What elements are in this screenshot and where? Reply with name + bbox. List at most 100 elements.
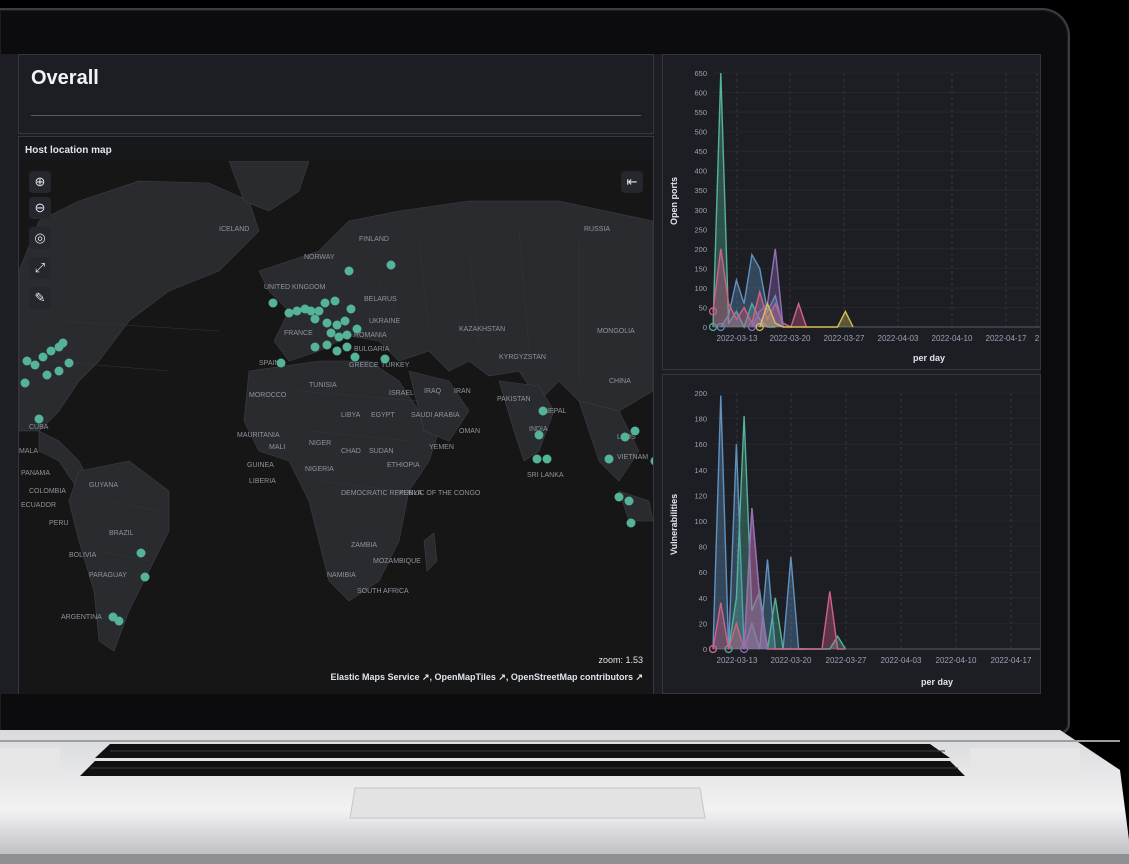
- y-tick-label: 200: [694, 245, 707, 254]
- host-location-point[interactable]: [322, 318, 332, 328]
- y-tick-label: 550: [694, 108, 707, 117]
- host-location-point[interactable]: [326, 328, 336, 338]
- open-ports-x-label: per day: [913, 353, 946, 363]
- host-location-point[interactable]: [114, 616, 124, 626]
- country-label: ISRAEL: [389, 390, 414, 397]
- host-location-point[interactable]: [284, 308, 294, 318]
- country-label: MAURITANIA: [237, 432, 280, 439]
- host-location-point[interactable]: [650, 456, 654, 466]
- host-location-point[interactable]: [322, 340, 332, 350]
- host-location-point[interactable]: [346, 304, 356, 314]
- x-tick-label: 2022-03-20: [771, 656, 812, 665]
- country-label: TUNISIA: [309, 382, 337, 389]
- x-tick-label: 2022-04-03: [881, 656, 922, 665]
- host-location-point[interactable]: [532, 454, 542, 464]
- country-label: SPAIN: [259, 360, 280, 367]
- host-location-point[interactable]: [268, 298, 278, 308]
- host-location-point[interactable]: [22, 356, 32, 366]
- host-location-point[interactable]: [332, 320, 342, 330]
- host-location-point[interactable]: [136, 548, 146, 558]
- country-label: ZAMBIA: [351, 542, 377, 549]
- vulnerabilities-chart: 2022-03-13 2022-03-20 2022-03-27 2022-04-03…: [694, 389, 1040, 665]
- country-label: SRI LANKA: [527, 472, 564, 479]
- y-tick-label: 80: [699, 543, 707, 552]
- host-location-point[interactable]: [292, 306, 302, 316]
- country-label: LIBYA: [341, 412, 361, 419]
- country-label: MOZAMBIQUE: [373, 558, 421, 565]
- country-label: SAUDI ARABIA: [411, 412, 460, 419]
- country-label: IRAQ: [424, 388, 442, 395]
- expand-icon[interactable]: ⤢: [29, 257, 51, 279]
- country-label: LIBERIA: [249, 478, 276, 485]
- host-location-point[interactable]: [626, 518, 636, 528]
- country-label: KYRGYZSTAN: [499, 354, 546, 361]
- host-location-point[interactable]: [310, 342, 320, 352]
- host-location-point[interactable]: [332, 346, 342, 356]
- country-label: PANAMA: [21, 470, 50, 477]
- host-location-point[interactable]: [334, 332, 344, 342]
- host-location-point[interactable]: [340, 316, 350, 326]
- open-ports-chart: 2022-03-13 2022-03-20 2022-03-27 2022-04-03…: [694, 69, 1040, 343]
- host-location-point[interactable]: [314, 306, 324, 316]
- country-label: NORWAY: [304, 254, 335, 261]
- host-location-point[interactable]: [54, 366, 64, 376]
- host-location-point[interactable]: [386, 260, 396, 270]
- country-label: FINLAND: [359, 236, 389, 243]
- country-label: NIGER: [309, 440, 331, 447]
- country-label: ICELAND: [219, 226, 249, 233]
- country-label: EGYPT: [371, 412, 395, 419]
- host-location-point[interactable]: [604, 454, 614, 464]
- host-location-point[interactable]: [614, 492, 624, 502]
- host-location-point[interactable]: [64, 358, 74, 368]
- country-label: KAZAKHSTAN: [459, 326, 505, 333]
- host-location-point[interactable]: [276, 358, 286, 368]
- host-location-point[interactable]: [352, 324, 362, 334]
- x-tick-label: 2022-04-17: [986, 334, 1027, 343]
- host-location-point[interactable]: [140, 572, 150, 582]
- host-location-point[interactable]: [534, 430, 544, 440]
- host-location-point[interactable]: [30, 360, 40, 370]
- host-location-point[interactable]: [342, 342, 352, 352]
- country-label: CUBA: [29, 424, 49, 431]
- host-location-point[interactable]: [380, 354, 390, 364]
- country-label: FRANCE: [284, 330, 313, 337]
- host-location-point[interactable]: [310, 314, 320, 324]
- host-location-point[interactable]: [46, 346, 56, 356]
- locate-icon[interactable]: ◎: [29, 227, 51, 249]
- zoom-in-icon[interactable]: ⊕: [29, 171, 51, 193]
- dashboard-screen: Overall Host location map ICELAND FINLAN…: [0, 54, 1041, 694]
- laptop-bezel: Overall Host location map ICELAND FINLAN…: [0, 8, 1070, 734]
- map-canvas[interactable]: ICELAND FINLAND NORWAY RUSSIA UNITED KINGDOM…: [19, 161, 653, 694]
- country-label: MONGOLIA: [597, 328, 635, 335]
- country-label: OMAN: [459, 428, 480, 435]
- host-location-point[interactable]: [58, 338, 68, 348]
- host-location-point[interactable]: [38, 352, 48, 362]
- tools-icon[interactable]: ✎: [29, 287, 51, 309]
- layer-toggle-icon[interactable]: ⇤: [621, 171, 643, 193]
- host-location-point[interactable]: [344, 266, 354, 276]
- host-location-point[interactable]: [350, 352, 360, 362]
- y-tick-label: 100: [694, 517, 707, 526]
- host-location-point[interactable]: [542, 454, 552, 464]
- host-location-point[interactable]: [306, 306, 316, 316]
- host-location-point[interactable]: [630, 426, 640, 436]
- host-location-point[interactable]: [538, 406, 548, 416]
- y-tick-label: 350: [694, 186, 707, 195]
- host-location-point[interactable]: [624, 496, 634, 506]
- host-location-point[interactable]: [342, 330, 352, 340]
- host-location-point[interactable]: [42, 370, 52, 380]
- world-map[interactable]: ICELAND FINLAND NORWAY RUSSIA UNITED KINGDOM…: [19, 161, 653, 694]
- host-location-point[interactable]: [620, 432, 630, 442]
- x-tick-label: 2022-04-17: [991, 656, 1032, 665]
- y-tick-label: 500: [694, 128, 707, 137]
- map-attribution[interactable]: Elastic Maps Service ↗, OpenMapTiles ↗, …: [330, 672, 643, 683]
- host-location-point[interactable]: [34, 414, 44, 424]
- host-location-point[interactable]: [330, 296, 340, 306]
- host-location-point[interactable]: [320, 298, 330, 308]
- x-tick-label: 2022-03-20: [770, 334, 811, 343]
- zoom-out-icon[interactable]: ⊖: [29, 197, 51, 219]
- host-location-point[interactable]: [20, 378, 30, 388]
- country-label: UKRAINE: [369, 318, 400, 325]
- country-label: IRAN: [454, 388, 471, 395]
- country-label: UNITED KINGDOM: [264, 284, 326, 291]
